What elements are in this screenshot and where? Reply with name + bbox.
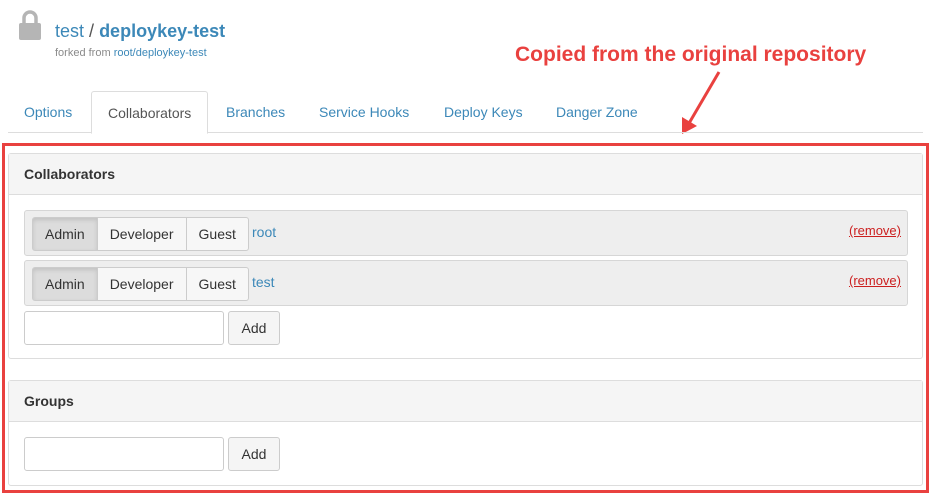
forked-prefix: forked from bbox=[55, 47, 111, 59]
annotation-highlight-frame bbox=[2, 143, 929, 493]
annotation-callout: Copied from the original repository bbox=[515, 43, 867, 66]
repo-title: test / deploykey-test bbox=[55, 21, 225, 42]
tab-collaborators[interactable]: Collaborators bbox=[91, 91, 209, 134]
tab-deploy-keys[interactable]: Deploy Keys bbox=[428, 91, 539, 133]
forked-source-link[interactable]: root/deploykey-test bbox=[114, 47, 207, 59]
repo-name-link[interactable]: deploykey-test bbox=[99, 21, 225, 41]
tab-options[interactable]: Options bbox=[8, 91, 88, 133]
title-separator: / bbox=[89, 21, 95, 41]
repository-settings-page: test / deploykey-test forked from root/d… bbox=[0, 0, 933, 501]
forked-from-note: forked from root/deploykey-test bbox=[55, 47, 207, 59]
settings-tabs: Options Collaborators Branches Service H… bbox=[8, 91, 923, 134]
tab-service-hooks[interactable]: Service Hooks bbox=[303, 91, 425, 133]
lock-icon bbox=[19, 10, 41, 40]
tab-danger-zone[interactable]: Danger Zone bbox=[540, 91, 654, 133]
tab-branches[interactable]: Branches bbox=[210, 91, 301, 133]
owner-link[interactable]: test bbox=[55, 21, 84, 41]
